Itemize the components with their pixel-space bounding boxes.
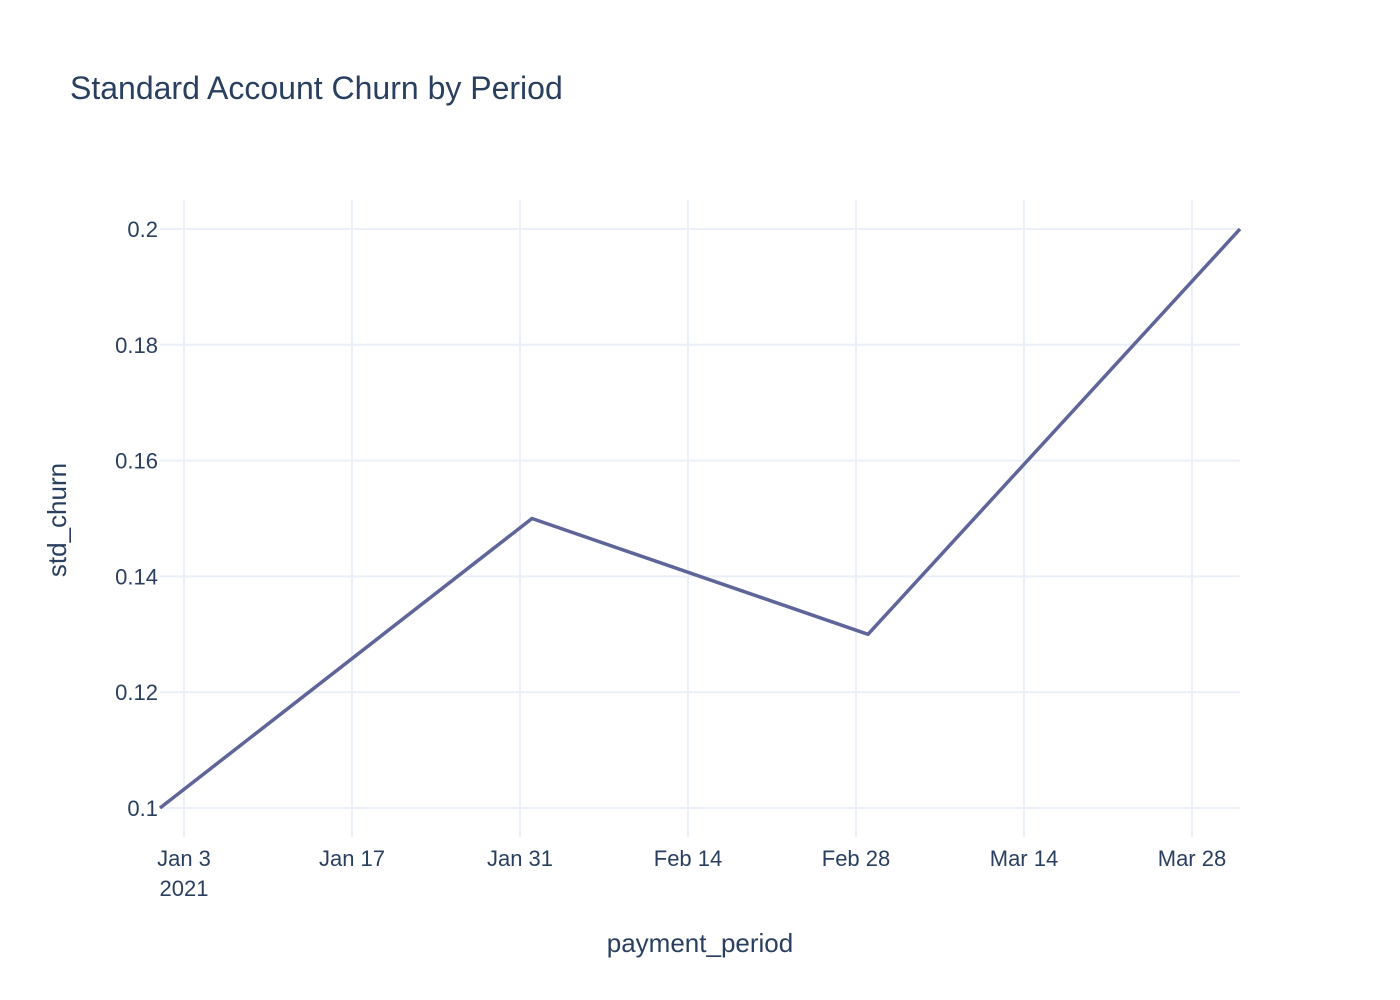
x-tick-labels: Jan 3 2021 Jan 17 Jan 31 Feb 14 Feb 28 Mar 14 M… (157, 846, 1226, 901)
x-tick-label: Feb 14 (654, 846, 723, 871)
series-line (158, 227, 1242, 810)
x-gridlines (183, 200, 1193, 837)
x-tick-year-label: 2021 (160, 876, 209, 901)
x-tick-label: Jan 31 (487, 846, 553, 871)
x-tick-label: Feb 28 (822, 846, 891, 871)
y-tick-label: 0.16 (115, 449, 158, 474)
x-tick-label: Mar 14 (990, 846, 1058, 871)
y-tick-label: 0.2 (127, 217, 158, 242)
y-tick-label: 0.12 (115, 680, 158, 705)
x-tick-label: Jan 3 (157, 846, 211, 871)
x-tick-label: Mar 28 (1158, 846, 1226, 871)
y-axis-title: std_churn (42, 463, 72, 577)
x-axis-title: payment_period (607, 928, 793, 958)
y-gridlines (160, 227, 1240, 810)
y-tick-labels: 0.1 0.12 0.14 0.16 0.18 0.2 (115, 217, 158, 821)
y-tick-label: 0.14 (115, 564, 158, 589)
line-chart: Jan 3 2021 Jan 17 Jan 31 Feb 14 Feb 28 Mar 14 M… (42, 200, 1242, 958)
x-tick-label: Jan 17 (319, 846, 385, 871)
y-tick-label: 0.1 (127, 796, 158, 821)
series-layer (158, 227, 1242, 810)
y-tick-label: 0.18 (115, 333, 158, 358)
